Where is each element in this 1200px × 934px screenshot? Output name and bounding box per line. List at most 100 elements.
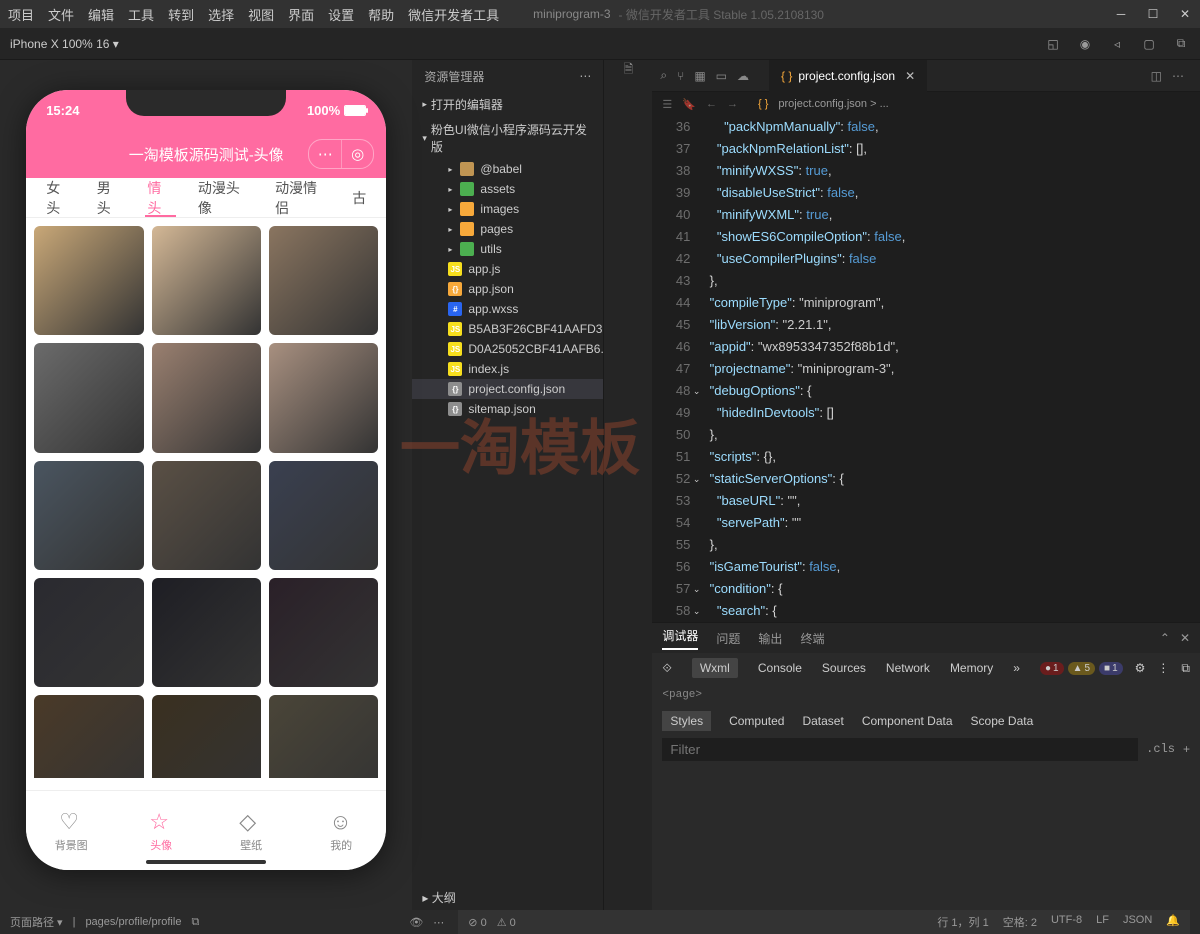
code-line[interactable]: "condition": { <box>702 578 1200 600</box>
devtools-close-icon[interactable]: ✕ <box>1180 631 1190 645</box>
bottom-nav-item[interactable]: ◇壁纸 <box>206 791 296 870</box>
explorer-more-icon[interactable]: ⋯ <box>579 69 591 83</box>
rotate-icon[interactable]: ◱ <box>1044 35 1062 53</box>
split-icon[interactable]: ◫ <box>1151 69 1162 83</box>
bell-icon[interactable]: 🔔 <box>1166 914 1180 930</box>
sb-err-icon[interactable]: ⚠ 0 <box>497 916 516 929</box>
avatar-thumb[interactable] <box>269 695 378 778</box>
code-line[interactable]: "servePath": "" <box>702 512 1200 534</box>
minimize-button[interactable]: ─ <box>1114 7 1128 21</box>
menu-文件[interactable]: 文件 <box>48 8 74 23</box>
code-line[interactable]: "debugOptions": { <box>702 380 1200 402</box>
sb-more-icon[interactable]: ⋯ <box>433 916 444 929</box>
capsule-menu-icon[interactable]: ⋯ <box>309 140 341 168</box>
explorer-section[interactable]: ▾ 粉色UI微信小程序源码云开发版 <box>412 117 603 159</box>
code-line[interactable]: "showES6CompileOption": false, <box>702 226 1200 248</box>
breadcrumb-text[interactable]: project.config.json > ... <box>778 98 888 110</box>
styles-panel-tab[interactable]: Computed <box>729 714 784 728</box>
avatar-thumb[interactable] <box>34 343 143 452</box>
avatar-thumb[interactable] <box>34 695 143 778</box>
code-line[interactable]: }, <box>702 270 1200 292</box>
info-badge[interactable]: ■ 1 <box>1099 662 1123 675</box>
menu-界面[interactable]: 界面 <box>288 8 314 23</box>
capsule-close-icon[interactable]: ◎ <box>341 140 373 168</box>
device-selector[interactable]: iPhone X 100% 16 ▾ <box>10 37 119 51</box>
devtools-subtab[interactable]: Console <box>758 661 802 675</box>
file-tree-item[interactable]: ▸@babel <box>412 159 603 179</box>
file-tree-item[interactable]: JSindex.js <box>412 359 603 379</box>
code-line[interactable]: "appid": "wx8953347352f88b1d", <box>702 336 1200 358</box>
indent-info[interactable]: 空格: 2 <box>1003 914 1037 930</box>
styles-filter-input[interactable] <box>662 738 1138 761</box>
menu-编辑[interactable]: 编辑 <box>88 8 114 23</box>
file-tree-item[interactable]: JSB5AB3F26CBF41AAFD3... <box>412 319 603 339</box>
menu-设置[interactable]: 设置 <box>328 8 354 23</box>
cls-toggle[interactable]: .cls <box>1146 742 1175 756</box>
file-tree-item[interactable]: {}app.json <box>412 279 603 299</box>
menu-转到[interactable]: 转到 <box>168 8 194 23</box>
menu-选择[interactable]: 选择 <box>208 8 234 23</box>
home-icon[interactable]: ▢ <box>1140 35 1158 53</box>
category-tab[interactable]: 古 <box>340 178 378 217</box>
search-icon[interactable]: ⌕ <box>660 68 667 83</box>
file-tree-item[interactable]: JSapp.js <box>412 259 603 279</box>
code-line[interactable]: "minifyWXSS": true, <box>702 160 1200 182</box>
outline-label[interactable]: 大纲 <box>432 891 456 905</box>
file-tree-item[interactable]: ▸assets <box>412 179 603 199</box>
menu-项目[interactable]: 项目 <box>8 8 34 23</box>
styles-panel-tab[interactable]: Scope Data <box>971 714 1034 728</box>
copy-path-icon[interactable]: ⧉ <box>191 916 199 929</box>
code-line[interactable]: "disableUseStrict": false, <box>702 182 1200 204</box>
close-button[interactable]: ✕ <box>1178 7 1192 21</box>
add-rule-icon[interactable]: + <box>1183 742 1190 756</box>
avatar-thumb[interactable] <box>152 695 261 778</box>
eol-info[interactable]: LF <box>1096 914 1109 930</box>
gear-icon[interactable]: ⚙ <box>1135 661 1146 675</box>
tab-close-icon[interactable]: ✕ <box>905 69 915 83</box>
file-tree-item[interactable]: {}project.config.json <box>412 379 603 399</box>
page-path[interactable]: pages/profile/profile <box>85 916 181 928</box>
code-line[interactable]: "baseURL": "", <box>702 490 1200 512</box>
file-tree-item[interactable]: #app.wxss <box>412 299 603 319</box>
grid-icon[interactable]: ▦ <box>694 69 705 83</box>
explorer-section[interactable]: ▸ 打开的编辑器 <box>412 92 603 117</box>
devtools-tab[interactable]: 终端 <box>800 630 824 647</box>
element-picker-icon[interactable]: ⟐ <box>662 661 671 676</box>
sb-warn-icon[interactable]: ⊘ 0 <box>468 916 486 929</box>
devtools-tab[interactable]: 问题 <box>716 630 740 647</box>
branch-icon[interactable]: ⑂ <box>677 69 684 83</box>
code-line[interactable]: "isGameTourist": false, <box>702 556 1200 578</box>
code-line[interactable]: "libVersion": "2.21.1", <box>702 314 1200 336</box>
nav-back-icon[interactable]: ← <box>706 98 717 110</box>
lang-info[interactable]: JSON <box>1123 914 1152 930</box>
category-tab[interactable]: 男头 <box>85 178 136 217</box>
code-line[interactable]: "search": { <box>702 600 1200 622</box>
avatar-thumb[interactable] <box>269 343 378 452</box>
encoding-info[interactable]: UTF-8 <box>1051 914 1082 930</box>
page-path-label[interactable]: 页面路径 ▾ <box>10 914 63 930</box>
bottom-nav-item[interactable]: ☺我的 <box>296 791 386 870</box>
devtools-subtab[interactable]: Memory <box>950 661 993 675</box>
code-line[interactable]: "packNpmManually": false, <box>702 116 1200 138</box>
maximize-button[interactable]: ☐ <box>1146 7 1160 21</box>
code-line[interactable]: "minifyWXML": true, <box>702 204 1200 226</box>
devtools-tab[interactable]: 输出 <box>758 630 782 647</box>
code-line[interactable]: }, <box>702 424 1200 446</box>
avatar-thumb[interactable] <box>269 461 378 570</box>
menu-工具[interactable]: 工具 <box>128 8 154 23</box>
file-tree-item[interactable]: {}sitemap.json <box>412 399 603 419</box>
menu-帮助[interactable]: 帮助 <box>368 8 394 23</box>
category-tab[interactable]: 动漫头像 <box>186 178 263 217</box>
menu-视图[interactable]: 视图 <box>248 8 274 23</box>
warn-badge[interactable]: ▲ 5 <box>1068 662 1095 675</box>
avatar-thumb[interactable] <box>152 461 261 570</box>
eye-icon[interactable]: 👁 <box>409 916 423 929</box>
code-line[interactable]: "staticServerOptions": { <box>702 468 1200 490</box>
devtools-tab[interactable]: 调试器 <box>662 627 698 650</box>
files-icon[interactable]: 🗎 <box>624 60 634 81</box>
file-tree-item[interactable]: JSD0A25052CBF41AAFB6... <box>412 339 603 359</box>
avatar-thumb[interactable] <box>152 578 261 687</box>
bottom-nav-item[interactable]: ♡背景图 <box>26 791 116 870</box>
code-line[interactable]: "hidedInDevtools": [] <box>702 402 1200 424</box>
avatar-thumb[interactable] <box>152 343 261 452</box>
